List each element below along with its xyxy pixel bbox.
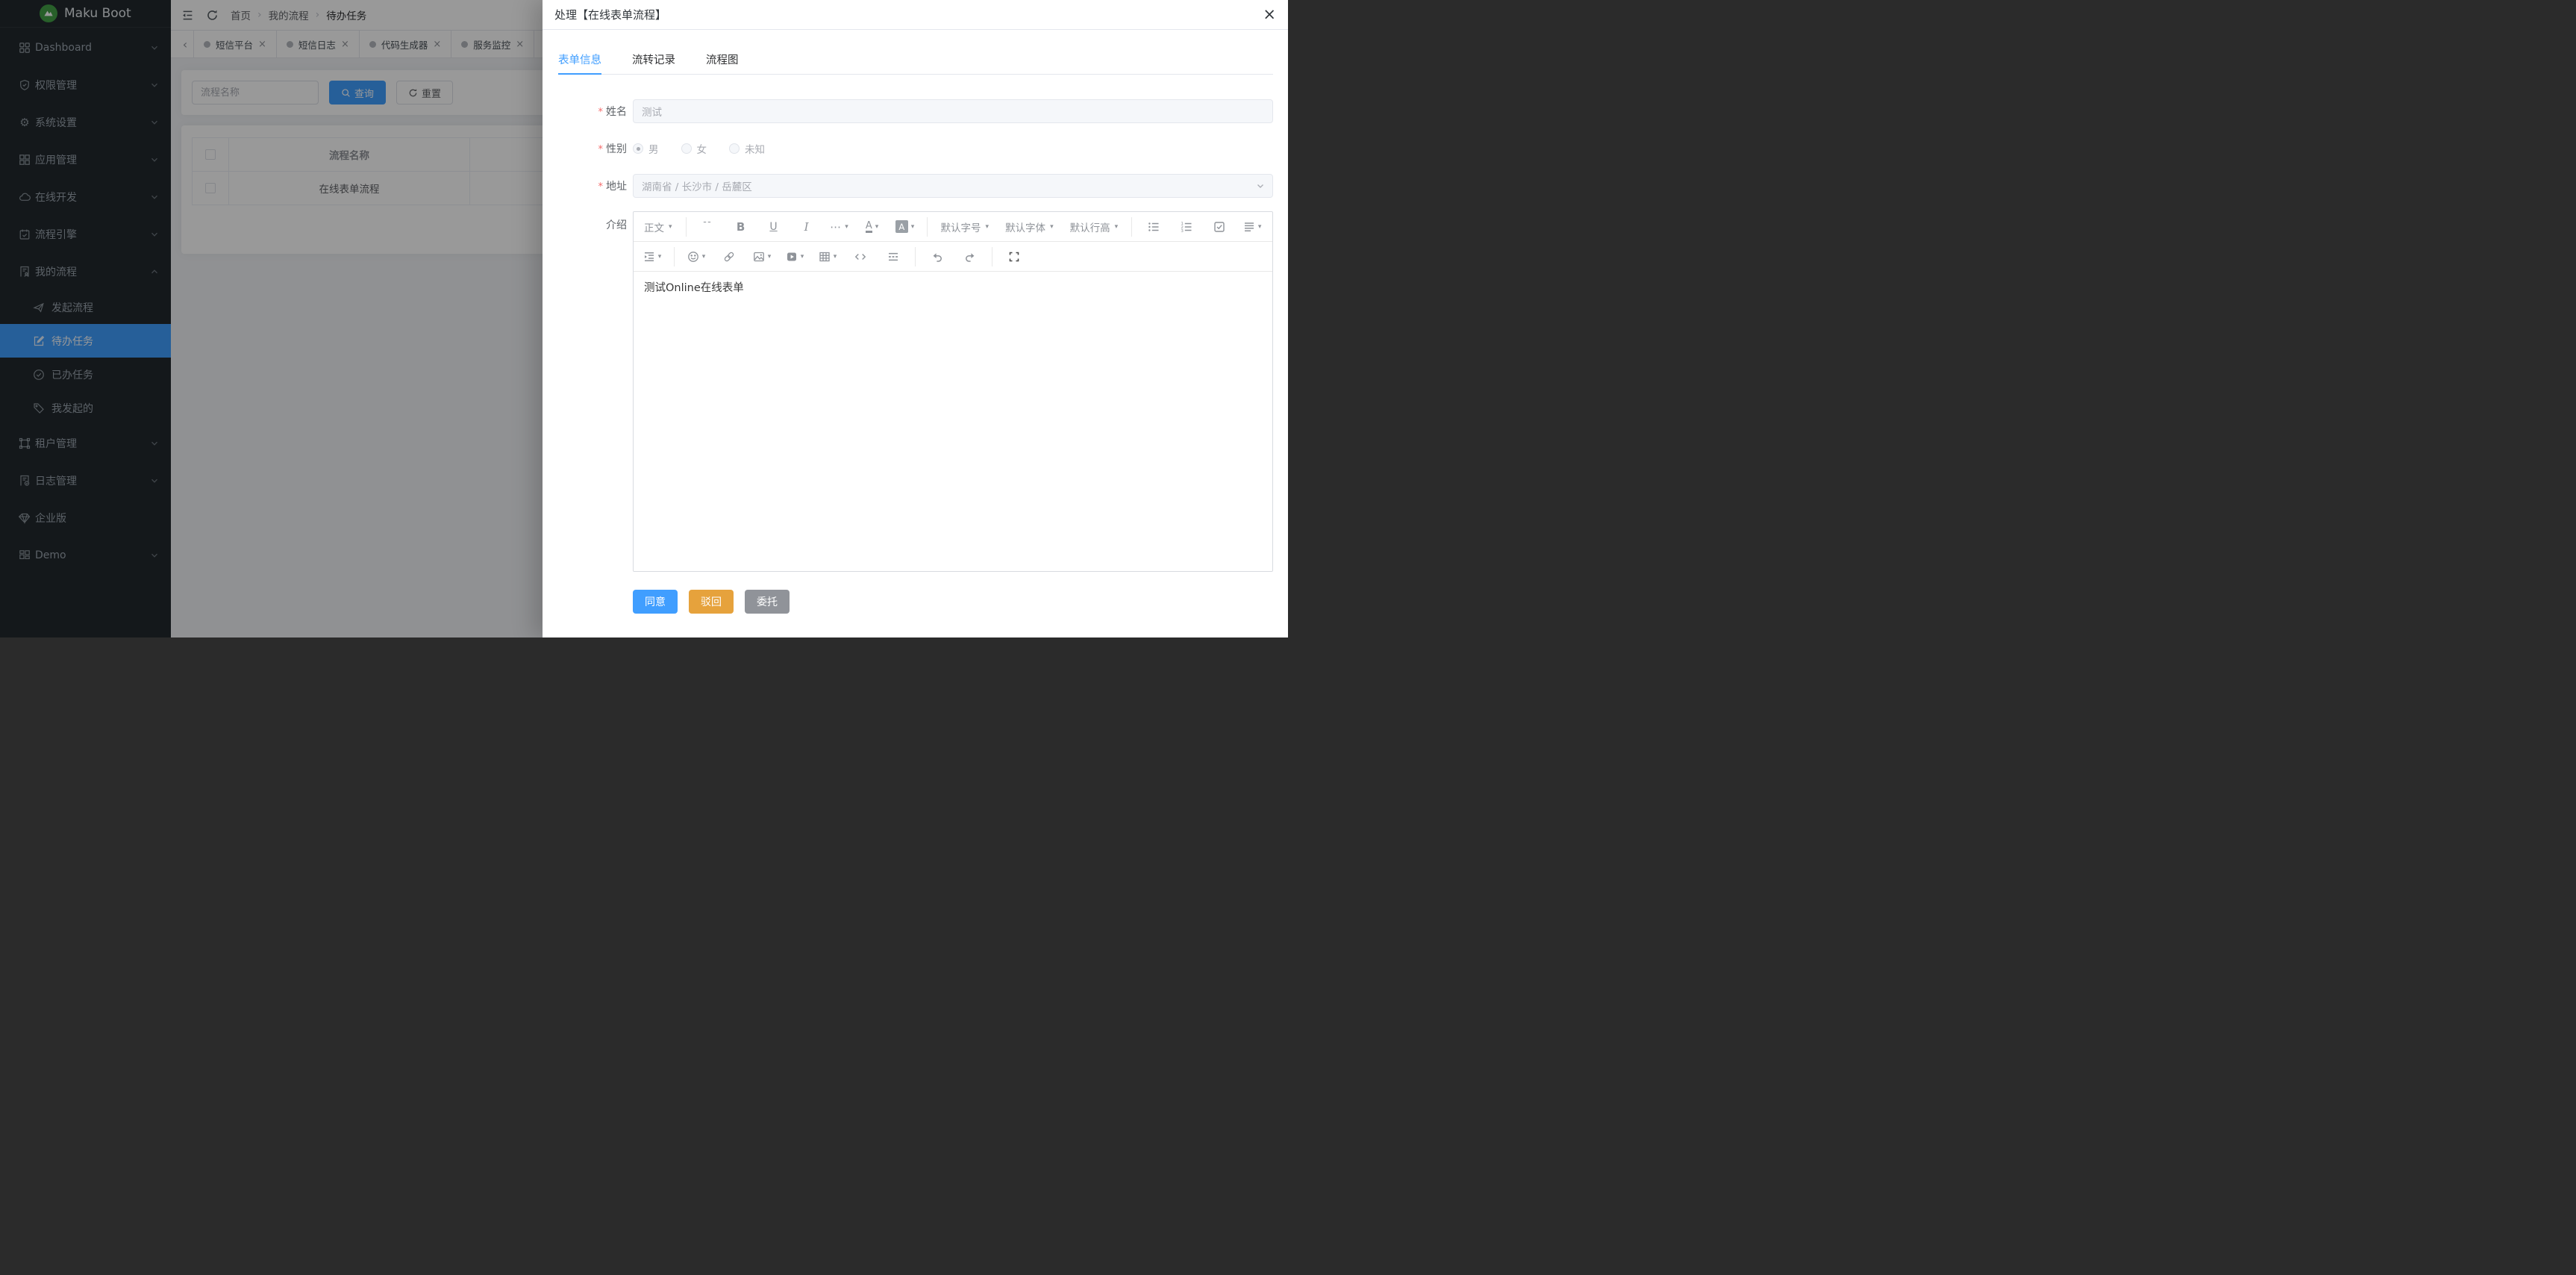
code-icon[interactable] (849, 246, 872, 267)
font-size-dropdown[interactable]: 默认字号▾ (938, 216, 992, 237)
address-cascader (633, 174, 1273, 198)
caret-down-icon: ▾ (1258, 223, 1262, 231)
tab-flow-records[interactable]: 流转记录 (632, 45, 675, 74)
paragraph-style-dropdown[interactable]: 正文▾ (641, 216, 675, 237)
form-row-intro: 介绍 正文▾ “ B U I (558, 211, 1273, 572)
radio-icon (729, 143, 740, 154)
gender-radio-group: 男 女 未知 (633, 137, 1273, 160)
form-row-name: 姓名 (558, 99, 1273, 123)
name-label: 姓名 (558, 104, 627, 119)
close-icon[interactable]: × (1263, 7, 1276, 22)
caret-down-icon: ▾ (702, 253, 706, 261)
caret-down-icon: ▾ (986, 223, 990, 231)
address-field (633, 174, 1273, 198)
drawer-header: 处理【在线表单流程】 × (543, 0, 1288, 30)
gender-label: 性别 (558, 141, 627, 156)
video-icon[interactable]: ▾ (784, 246, 806, 267)
bullet-list-icon[interactable] (1142, 216, 1165, 237)
radio-female: 女 (681, 141, 707, 156)
drawer-title: 处理【在线表单流程】 (554, 7, 666, 22)
editor-toolbar-row-1: 正文▾ “ B U I ⋯▾ A▾ A▾ (634, 212, 1272, 242)
approve-button[interactable]: 同意 (633, 590, 678, 614)
rich-text-editor: 正文▾ “ B U I ⋯▾ A▾ A▾ (633, 211, 1273, 572)
toolbar-divider (915, 247, 916, 266)
caret-down-icon: ▾ (834, 253, 837, 261)
caret-down-icon: ▾ (845, 223, 848, 231)
tab-flow-diagram[interactable]: 流程图 (706, 45, 739, 74)
table-icon[interactable]: ▾ (816, 246, 839, 267)
caret-down-icon: ▾ (658, 253, 662, 261)
quote-icon[interactable]: “ (697, 216, 719, 237)
toolbar-divider (674, 247, 675, 266)
caret-down-icon: ▾ (768, 253, 772, 261)
toolbar-divider (927, 217, 928, 237)
drawer-tabs: 表单信息 流转记录 流程图 (558, 45, 1273, 75)
process-form: 姓名 性别 男 女 (558, 99, 1273, 572)
image-icon[interactable]: ▾ (751, 246, 773, 267)
emoji-icon[interactable]: ▾ (685, 246, 707, 267)
drawer-body: 表单信息 流转记录 流程图 姓名 性别 男 (543, 30, 1288, 614)
radio-male: 男 (633, 141, 659, 156)
chevron-down-icon (1255, 181, 1266, 191)
tab-form-info[interactable]: 表单信息 (558, 45, 601, 74)
underline-icon[interactable]: U (763, 216, 785, 237)
app-window: Maku Boot Dashboard 权限管理 ⚙ 系统设置 应用管理 (0, 0, 1288, 638)
form-row-address: 地址 (558, 174, 1273, 198)
delegate-button[interactable]: 委托 (745, 590, 790, 614)
caret-down-icon: ▾ (1115, 223, 1119, 231)
editor-content[interactable]: 测试Online在线表单 (634, 272, 1272, 571)
process-drawer: 处理【在线表单流程】 × 表单信息 流转记录 流程图 姓名 性别 (543, 0, 1288, 638)
caret-down-icon: ▾ (911, 223, 915, 231)
radio-unknown: 未知 (729, 141, 765, 156)
toolbar-divider (1131, 217, 1132, 237)
line-height-dropdown[interactable]: 默认行高▾ (1067, 216, 1122, 237)
bg-color-icon[interactable]: A▾ (894, 216, 916, 237)
reject-button[interactable]: 驳回 (689, 590, 734, 614)
drawer-actions: 同意 驳回 委托 (633, 590, 1273, 614)
font-color-icon[interactable]: A▾ (861, 216, 884, 237)
more-styles-icon[interactable]: ⋯▾ (828, 216, 851, 237)
radio-icon (681, 143, 692, 154)
italic-icon[interactable]: I (795, 216, 818, 237)
caret-down-icon: ▾ (875, 223, 879, 231)
fullscreen-icon[interactable] (1003, 246, 1025, 267)
radio-selected-icon (633, 143, 643, 154)
name-field (633, 99, 1273, 123)
font-family-dropdown[interactable]: 默认字体▾ (1002, 216, 1057, 237)
divider-icon[interactable] (882, 246, 904, 267)
address-label: 地址 (558, 178, 627, 193)
caret-down-icon: ▾ (801, 253, 804, 261)
bold-icon[interactable]: B (730, 216, 752, 237)
link-icon[interactable] (718, 246, 740, 267)
numbered-list-icon[interactable]: 123 (1175, 216, 1198, 237)
form-row-gender: 性别 男 女 未知 (558, 137, 1273, 160)
toolbar-divider (686, 217, 687, 237)
redo-icon[interactable] (959, 246, 981, 267)
intro-label: 介绍 (558, 211, 627, 232)
caret-down-icon: ▾ (1050, 223, 1054, 231)
todo-icon[interactable] (1208, 216, 1231, 237)
caret-down-icon: ▾ (669, 223, 672, 231)
svg-text:3: 3 (1181, 228, 1184, 232)
editor-toolbar-row-2: ▾ ▾ ▾ ▾ ▾ (634, 242, 1272, 272)
align-icon[interactable]: ▾ (1241, 216, 1263, 237)
indent-icon[interactable]: ▾ (641, 246, 663, 267)
undo-icon[interactable] (926, 246, 948, 267)
